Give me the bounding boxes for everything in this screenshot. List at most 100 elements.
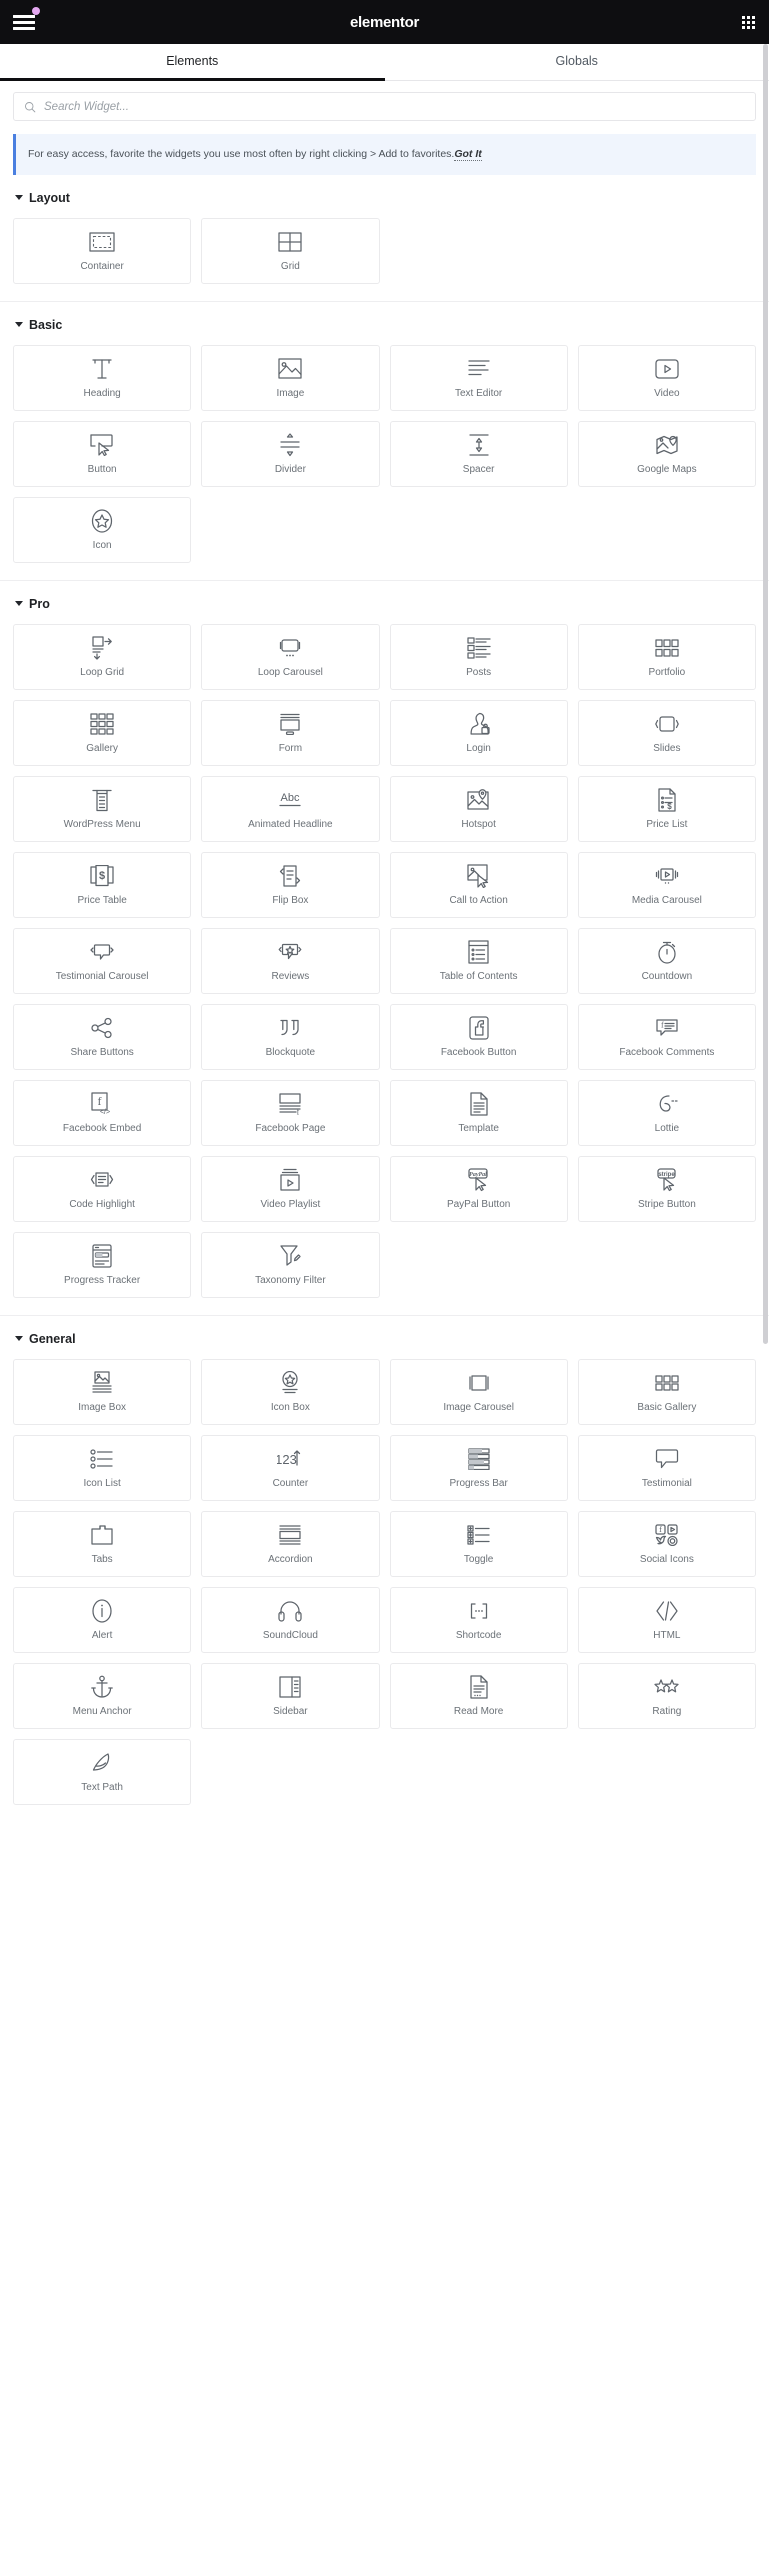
slides-icon: [655, 712, 679, 736]
widget-card-icon-box[interactable]: Icon Box: [201, 1358, 380, 1425]
widget-card-image[interactable]: Image: [201, 344, 380, 411]
widget-card-loop-grid[interactable]: Loop Grid: [13, 623, 192, 690]
widget-card-menu-anchor[interactable]: Menu Anchor: [13, 1662, 192, 1729]
widget-label: Portfolio: [648, 666, 686, 678]
widget-label: HTML: [653, 1629, 681, 1641]
tab-globals[interactable]: Globals: [385, 44, 769, 81]
widget-card-social-icons[interactable]: f Social Icons: [577, 1510, 756, 1577]
widget-label: Taxonomy Filter: [255, 1274, 326, 1286]
widget-card-testimonial-carousel[interactable]: Testimonial Carousel: [13, 927, 192, 994]
widget-label: Testimonial: [641, 1477, 692, 1489]
widget-label: Progress Tracker: [64, 1274, 141, 1286]
widget-label: Animated Headline: [248, 818, 333, 830]
widget-card-flip-box[interactable]: Flip Box: [201, 851, 380, 918]
widget-card-html[interactable]: HTML: [577, 1586, 756, 1653]
tab-elements[interactable]: Elements: [0, 44, 385, 81]
search-input[interactable]: [44, 100, 745, 113]
widget-label: Hotspot: [461, 818, 496, 830]
widget-card-paypal-button[interactable]: PayPal PayPal Button: [389, 1155, 568, 1222]
widget-card-code-highlight[interactable]: Code Highlight: [13, 1155, 192, 1222]
widget-card-video-playlist[interactable]: Video Playlist: [201, 1155, 380, 1222]
chevron-down-icon: [15, 195, 23, 201]
widget-card-image-box[interactable]: Image Box: [13, 1358, 192, 1425]
widget-card-text-path[interactable]: Text Path: [13, 1738, 192, 1805]
widget-card-countdown[interactable]: Countdown: [577, 927, 756, 994]
widget-label: Shortcode: [455, 1629, 502, 1641]
widget-card-gallery[interactable]: Gallery: [13, 699, 192, 766]
section-header-general[interactable]: General: [15, 1332, 756, 1346]
widget-card-wordpress-menu[interactable]: WordPress Menu: [13, 775, 192, 842]
section-header-pro[interactable]: Pro: [15, 597, 756, 611]
widget-card-sidebar[interactable]: Sidebar: [201, 1662, 380, 1729]
widget-card-stripe-button[interactable]: stripe Stripe Button: [577, 1155, 756, 1222]
widget-card-slides[interactable]: Slides: [577, 699, 756, 766]
widget-card-facebook-embed[interactable]: f </> Facebook Embed: [13, 1079, 192, 1146]
widget-card-form[interactable]: Form: [201, 699, 380, 766]
widget-card-basic-gallery[interactable]: Basic Gallery: [577, 1358, 756, 1425]
widget-card-divider[interactable]: Divider: [201, 420, 380, 487]
widget-card-icon-list[interactable]: Icon List: [13, 1434, 192, 1501]
widget-card-facebook-button[interactable]: Facebook Button: [389, 1003, 568, 1070]
panel-scrollbar[interactable]: [763, 44, 768, 1344]
section-header-basic[interactable]: Basic: [15, 318, 756, 332]
widget-label: Toggle: [463, 1553, 494, 1565]
search-row: [0, 81, 769, 121]
widget-card-lottie[interactable]: Lottie: [577, 1079, 756, 1146]
widget-card-tabs[interactable]: Tabs: [13, 1510, 192, 1577]
widget-label: Menu Anchor: [72, 1705, 132, 1717]
widget-card-portfolio[interactable]: Portfolio: [577, 623, 756, 690]
section-header-layout[interactable]: Layout: [15, 191, 756, 205]
media-carousel-icon: [655, 864, 679, 888]
widget-card-grid[interactable]: Grid: [201, 217, 380, 284]
widget-card-button[interactable]: Button: [13, 420, 192, 487]
widget-card-posts[interactable]: Posts: [389, 623, 568, 690]
widget-card-toggle[interactable]: Toggle: [389, 1510, 568, 1577]
widget-card-progress-tracker[interactable]: Progress Tracker: [13, 1231, 192, 1298]
got-it-button[interactable]: Got It: [454, 148, 482, 161]
widget-card-blockquote[interactable]: Blockquote: [201, 1003, 380, 1070]
widget-card-read-more[interactable]: Read More: [389, 1662, 568, 1729]
widget-card-progress-bar[interactable]: Progress Bar: [389, 1434, 568, 1501]
button-icon: [90, 433, 114, 457]
icon-list-icon: [90, 1447, 114, 1471]
widget-card-animated-headline[interactable]: Abc Animated Headline: [201, 775, 380, 842]
read-more-icon: [469, 1675, 489, 1699]
widget-card-call-to-action[interactable]: Call to Action: [389, 851, 568, 918]
widget-card-reviews[interactable]: Reviews: [201, 927, 380, 994]
widget-card-soundcloud[interactable]: SoundCloud: [201, 1586, 380, 1653]
widget-card-facebook-page[interactable]: f Facebook Page: [201, 1079, 380, 1146]
widget-card-icon[interactable]: Icon: [13, 496, 192, 563]
widget-card-price-list[interactable]: $ Price List: [577, 775, 756, 842]
widget-card-login[interactable]: Login: [389, 699, 568, 766]
widget-card-hotspot[interactable]: Hotspot: [389, 775, 568, 842]
widget-card-google-maps[interactable]: Google Maps: [577, 420, 756, 487]
shortcode-icon: [467, 1599, 491, 1623]
widget-card-text-editor[interactable]: Text Editor: [389, 344, 568, 411]
widget-card-video[interactable]: Video: [577, 344, 756, 411]
widget-label: Video: [654, 387, 680, 399]
widget-card-accordion[interactable]: Accordion: [201, 1510, 380, 1577]
widget-card-heading[interactable]: Heading: [13, 344, 192, 411]
widget-card-alert[interactable]: Alert: [13, 1586, 192, 1653]
widget-card-template[interactable]: Template: [389, 1079, 568, 1146]
widget-card-testimonial[interactable]: Testimonial: [577, 1434, 756, 1501]
widget-grid: Image Box Icon Box Image Carousel Basic Gal…: [13, 1358, 756, 1805]
widget-card-facebook-comments[interactable]: f Facebook Comments: [577, 1003, 756, 1070]
widget-card-table-of-contents[interactable]: Table of Contents: [389, 927, 568, 994]
widget-card-counter[interactable]: 123 Counter: [201, 1434, 380, 1501]
widget-card-image-carousel[interactable]: Image Carousel: [389, 1358, 568, 1425]
widget-card-rating[interactable]: Rating: [577, 1662, 756, 1729]
widget-card-share-buttons[interactable]: Share Buttons: [13, 1003, 192, 1070]
widget-card-container[interactable]: Container: [13, 217, 192, 284]
app-grid-icon[interactable]: [742, 15, 755, 29]
hamburger-menu-icon[interactable]: [13, 7, 40, 33]
widget-card-loop-carousel[interactable]: Loop Carousel: [201, 623, 380, 690]
widget-card-taxonomy-filter[interactable]: Taxonomy Filter: [201, 1231, 380, 1298]
widget-card-spacer[interactable]: Spacer: [389, 420, 568, 487]
widget-card-price-table[interactable]: $ Price Table: [13, 851, 192, 918]
widget-card-shortcode[interactable]: Shortcode: [389, 1586, 568, 1653]
search-widget-box[interactable]: [13, 92, 756, 121]
widget-label: Button: [87, 463, 117, 475]
widget-card-media-carousel[interactable]: Media Carousel: [577, 851, 756, 918]
text-path-icon: [90, 1751, 114, 1775]
